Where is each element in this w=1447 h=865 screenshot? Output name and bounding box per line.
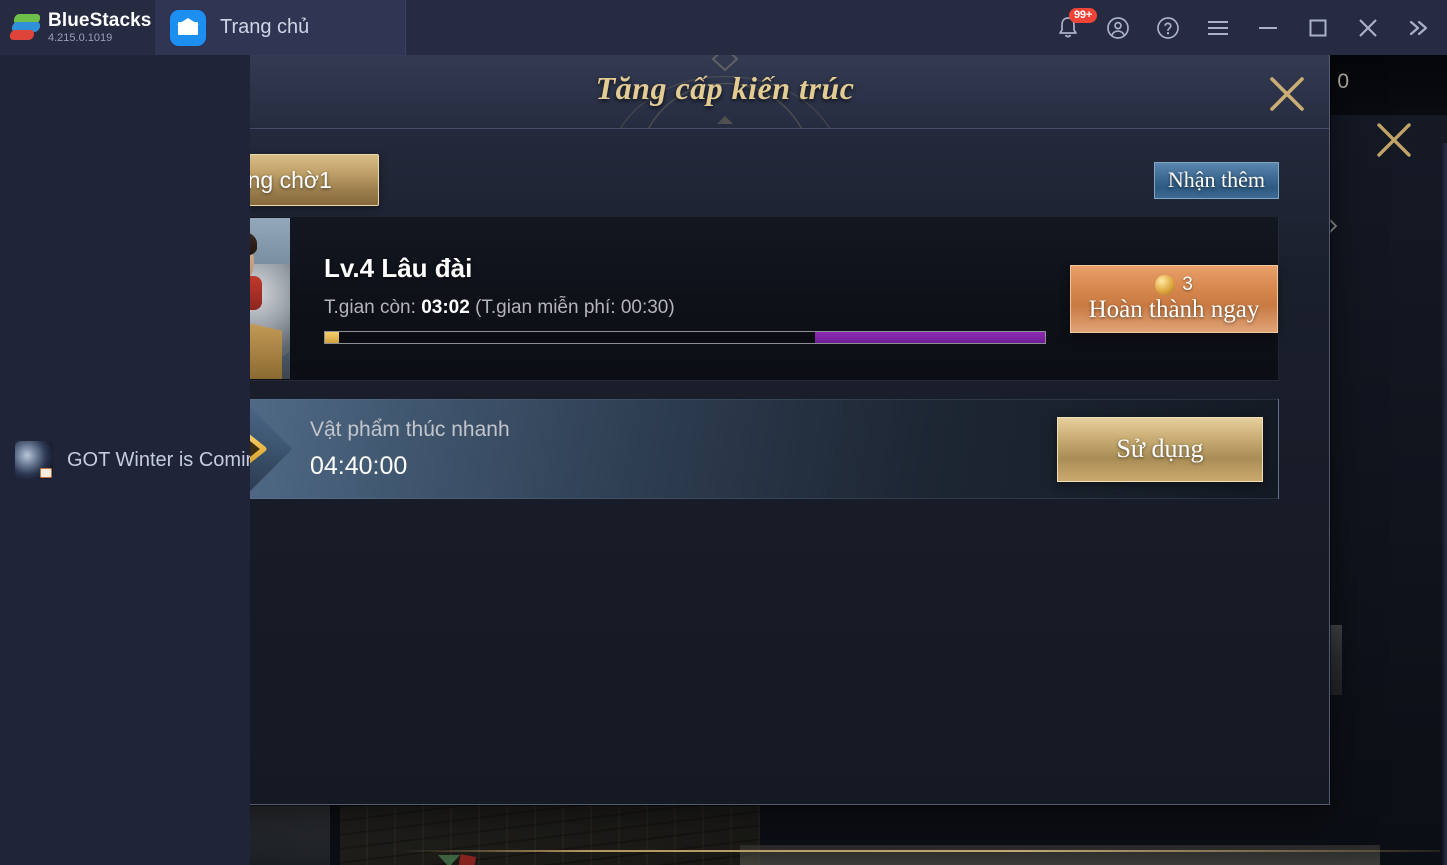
close-button[interactable] (1343, 0, 1393, 55)
dialog-close-button[interactable] (1263, 70, 1311, 118)
maximize-button[interactable] (1293, 0, 1343, 55)
building-info: Lv.4 Lâu đài T.gian còn: 03:02 (T.gian m… (290, 253, 1070, 344)
account-button[interactable] (1093, 0, 1143, 55)
courtyard-floor (740, 845, 1380, 865)
minimize-icon (1259, 26, 1277, 29)
minimize-button[interactable] (1243, 0, 1293, 55)
progress-purple-segment (814, 332, 1045, 343)
menu-icon (1208, 20, 1228, 35)
time-remaining: 03:02 (421, 297, 470, 318)
close-icon (1270, 77, 1304, 111)
cost-amount: 3 (1182, 273, 1193, 295)
use-item-label: Sử dụng (1116, 434, 1204, 463)
speedup-info: Vật phẩm thúc nhanh 04:40:00 (284, 418, 1057, 481)
gem-amount: 0 (1337, 70, 1349, 93)
building-name: Lv.4 Lâu đài (324, 253, 473, 283)
brand-version: 4.215.0.1019 (48, 32, 113, 44)
bluestacks-logo-icon (8, 13, 42, 42)
menu-button[interactable] (1193, 0, 1243, 55)
account-icon (1107, 16, 1129, 39)
bluestacks-titlebar: BlueStacks 4.215.0.1019 Trang chủ GOT Wi… (0, 0, 1447, 865)
tab-home[interactable]: Trang chủ (155, 0, 405, 55)
expand-sidebar-button[interactable] (1393, 0, 1443, 55)
help-icon (1157, 16, 1179, 39)
complete-now-button[interactable]: 3 Hoàn thành ngay (1070, 264, 1278, 333)
tab-game[interactable]: GOT Winter is Comir (0, 55, 250, 865)
home-icon (170, 9, 206, 46)
get-more-button[interactable]: Nhận thêm (1153, 161, 1279, 199)
dialog-title: Tăng cấp kiến trúc (595, 70, 855, 106)
dialog-header: Tăng cấp kiến trúc (121, 54, 1329, 129)
building-time-row: T.gian còn: 03:02 (T.gian miễn phí: 00:3… (324, 297, 1046, 319)
free-time-text: (T.gian miễn phí: 00:30) (475, 297, 675, 318)
dialog-body: Hàng chờ1 Nhận thêm Lv.4 Lâu đài T.gian … (121, 129, 1329, 512)
queue-tabs-row: Hàng chờ1 Nhận thêm (171, 151, 1279, 209)
building-upgrade-row: Lv.4 Lâu đài T.gian còn: 03:02 (T.gian m… (171, 216, 1279, 381)
tab-game-label: GOT Winter is Comir (67, 448, 250, 471)
titlebar-controls: 99+ (1043, 0, 1447, 55)
time-prefix: T.gian còn: (324, 297, 416, 318)
progress-fill (325, 332, 340, 343)
maximize-icon (1309, 19, 1327, 36)
tab-home-label: Trang chủ (220, 16, 310, 38)
complete-now-label: Hoàn thành ngay (1088, 295, 1260, 323)
chevron-down-icon[interactable] (438, 855, 460, 865)
speedup-item-row: Vật phẩm thúc nhanh 04:40:00 Sử dụng (167, 386, 1279, 512)
bluestacks-brand: BlueStacks 4.215.0.1019 (0, 0, 155, 55)
expand-icon (1409, 20, 1428, 35)
coin-icon (1155, 274, 1176, 295)
hud-bottom-divider (400, 850, 1440, 852)
panel-edge (1441, 143, 1447, 865)
game-icon (15, 441, 53, 479)
help-button[interactable] (1143, 0, 1193, 55)
upgrade-dialog: Tăng cấp kiến trúc Hàng chờ1 Nhận thêm L… (120, 53, 1330, 805)
use-item-button[interactable]: Sử dụng (1057, 416, 1263, 482)
speedup-duration: 04:40:00 (310, 451, 408, 480)
notifications-button[interactable]: 99+ (1043, 0, 1098, 55)
close-icon (1359, 18, 1377, 37)
speedup-item-name: Vật phẩm thúc nhanh (310, 417, 510, 441)
build-progress-bar (324, 331, 1046, 344)
complete-cost: 3 (1155, 274, 1193, 296)
titlebar-spacer (406, 0, 1043, 55)
brand-name: BlueStacks (48, 10, 152, 31)
